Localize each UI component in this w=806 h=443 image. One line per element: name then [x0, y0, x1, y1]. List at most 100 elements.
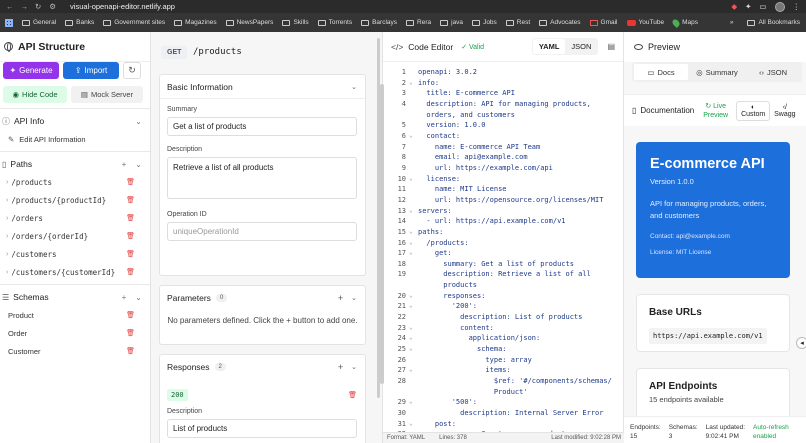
bookmark-magazines[interactable]: Magazines	[174, 19, 217, 26]
trash-icon[interactable]: 🗑	[126, 329, 135, 337]
fold-chevron-icon[interactable]: ⌄	[409, 333, 418, 344]
trash-icon[interactable]: 🗑	[126, 347, 135, 355]
responses-header[interactable]: Responses 2 + ⌄	[160, 355, 365, 379]
add-parameter-icon[interactable]: +	[338, 293, 343, 303]
code-line[interactable]: 20 ⌄ responses:	[383, 291, 624, 302]
path-item[interactable]: ›/products 🗑	[0, 173, 150, 191]
trash-icon[interactable]: 🗑	[126, 196, 135, 204]
path-item[interactable]: ›/orders 🗑	[0, 209, 150, 227]
fold-chevron-icon[interactable]: ⌄	[409, 419, 418, 430]
code-line[interactable]: orders, and customers	[383, 110, 624, 121]
operation-id-input[interactable]: uniqueOperationId	[167, 222, 357, 241]
extensions-icon[interactable]: ✦	[745, 2, 751, 11]
schemas-section[interactable]: ☰ Schemas + ⌄	[0, 288, 150, 306]
chevron-down-icon[interactable]: ⌄	[351, 363, 357, 371]
code-line[interactable]: 5 version: 1.0.0	[383, 120, 624, 131]
fold-chevron-icon[interactable]: ⌄	[409, 227, 418, 238]
menu-icon[interactable]: ⋮	[793, 2, 801, 11]
code-line[interactable]: 31 ⌄ post:	[383, 419, 624, 430]
add-path-icon[interactable]: +	[122, 160, 127, 169]
live-preview-toggle[interactable]: ↻ Live Preview	[703, 102, 728, 120]
schema-item[interactable]: Product 🗑	[0, 306, 150, 324]
path-item[interactable]: ›/products/{productId} 🗑	[0, 191, 150, 209]
edit-api-info-link[interactable]: ✎ Edit API Information	[0, 130, 150, 148]
bookmark-jobs[interactable]: Jobs	[472, 19, 497, 26]
paths-section[interactable]: ▯ Paths + ⌄	[0, 155, 150, 173]
api-info-section[interactable]: ⓘ API Info ⌄	[0, 112, 150, 130]
code-line[interactable]: 8 email: api@example.com	[383, 152, 624, 163]
fold-chevron-icon[interactable]: ⌄	[409, 78, 418, 89]
resize-handle[interactable]: ◂	[796, 337, 806, 349]
fold-chevron-icon[interactable]: ⌄	[409, 323, 418, 334]
import-button[interactable]: ⇪ Import	[63, 62, 119, 79]
description-textarea[interactable]: Retrieve a list of all products	[167, 157, 357, 199]
fold-chevron-icon[interactable]: ⌄	[409, 238, 418, 249]
reload-icon[interactable]: ↻	[35, 2, 41, 11]
hide-code-button[interactable]: ◉ Hide Code	[3, 86, 67, 103]
bookmark-rest[interactable]: Rest	[505, 19, 530, 26]
add-schema-icon[interactable]: +	[122, 293, 127, 302]
code-line[interactable]: 25 ⌄ schema:	[383, 344, 624, 355]
code-line[interactable]: 21 ⌄ '200':	[383, 301, 624, 312]
bookmark-government-sites[interactable]: Government sites	[103, 19, 165, 26]
code-line[interactable]: 16 ⌄ /products:	[383, 238, 624, 249]
summary-input[interactable]: Get a list of products	[167, 117, 357, 136]
status-code-200[interactable]: 200	[167, 389, 188, 401]
trash-icon[interactable]: 🗑	[126, 214, 135, 222]
bookmark-banks[interactable]: Banks	[65, 19, 94, 26]
fold-chevron-icon[interactable]: ⌄	[409, 291, 418, 302]
code-line[interactable]: 30 description: Internal Server Error	[383, 408, 624, 419]
code-line[interactable]: 9 url: https://example.com/api	[383, 163, 624, 174]
trash-icon[interactable]: 🗑	[126, 250, 135, 258]
code-line[interactable]: products	[383, 280, 624, 291]
bookmark-newspapers[interactable]: NewsPapers	[225, 19, 273, 26]
address-bar[interactable]: visual-openapi-editor.netlify.app	[70, 2, 175, 11]
bookmark-general[interactable]: General	[22, 19, 56, 26]
code-line[interactable]: 11 name: MIT License	[383, 184, 624, 195]
trash-icon[interactable]: 🗑	[348, 391, 357, 399]
tab-json[interactable]: ‹› JSON	[746, 64, 800, 80]
schema-item[interactable]: Order 🗑	[0, 324, 150, 342]
json-tab[interactable]: JSON	[565, 39, 597, 54]
refresh-button[interactable]: ↻	[123, 62, 141, 79]
back-icon[interactable]: ←	[6, 2, 14, 11]
code-line[interactable]: 13 ⌄ servers:	[383, 206, 624, 217]
fold-chevron-icon[interactable]: ⌄	[409, 344, 418, 355]
fold-chevron-icon[interactable]: ⌄	[409, 365, 418, 376]
editor-scrollbar[interactable]	[380, 84, 384, 384]
add-response-icon[interactable]: +	[338, 362, 343, 372]
code-line[interactable]: 23 ⌄ content:	[383, 323, 624, 334]
chevron-down-icon[interactable]: ⌄	[135, 293, 142, 302]
code-line[interactable]: 10 ⌄ license:	[383, 174, 624, 185]
fold-chevron-icon[interactable]: ⌄	[409, 397, 418, 408]
chevron-down-icon[interactable]: ⌄	[135, 160, 142, 169]
path-item[interactable]: ›/customers/{customerId} 🗑	[0, 263, 150, 281]
trash-icon[interactable]: 🗑	[126, 268, 135, 276]
fold-chevron-icon[interactable]: ⌄	[409, 206, 418, 217]
basic-info-header[interactable]: Basic Information ⌄	[160, 75, 365, 99]
bookmark-rera[interactable]: Rera	[406, 19, 431, 26]
code-line[interactable]: 1 openapi: 3.0.2	[383, 67, 624, 78]
bookmark-gmail[interactable]: Gmail	[589, 19, 618, 26]
bookmark-advocates[interactable]: Advocates	[539, 19, 581, 26]
chevron-down-icon[interactable]: ⌄	[351, 83, 357, 91]
code-line[interactable]: 28 $ref: '#/components/schemas/	[383, 376, 624, 387]
bookmark-maps[interactable]: Maps	[671, 17, 698, 28]
fold-chevron-icon[interactable]: ⌄	[409, 248, 418, 259]
code-line[interactable]: 26 type: array	[383, 355, 624, 366]
bookmark-java[interactable]: java	[440, 19, 463, 26]
path-item[interactable]: ›/orders/{orderId} 🗑	[0, 227, 150, 245]
code-line[interactable]: Product'	[383, 387, 624, 398]
code-line[interactable]: 6 ⌄ contact:	[383, 131, 624, 142]
code-line[interactable]: 2 ⌄ info:	[383, 78, 624, 89]
pocket-icon[interactable]: ◆	[731, 2, 737, 11]
code-line[interactable]: 24 ⌄ application/json:	[383, 333, 624, 344]
code-line[interactable]: 17 ⌄ get:	[383, 248, 624, 259]
sidebar-icon[interactable]: ▭	[759, 2, 766, 11]
code-line[interactable]: 19 description: Retrieve a list of all	[383, 269, 624, 280]
parameters-header[interactable]: Parameters 0 + ⌄	[160, 286, 365, 310]
chevron-down-icon[interactable]: ⌄	[351, 294, 357, 302]
trash-icon[interactable]: 🗑	[126, 178, 135, 186]
site-info-icon[interactable]: ⚙	[49, 2, 56, 11]
code-line[interactable]: 15 ⌄ paths:	[383, 227, 624, 238]
